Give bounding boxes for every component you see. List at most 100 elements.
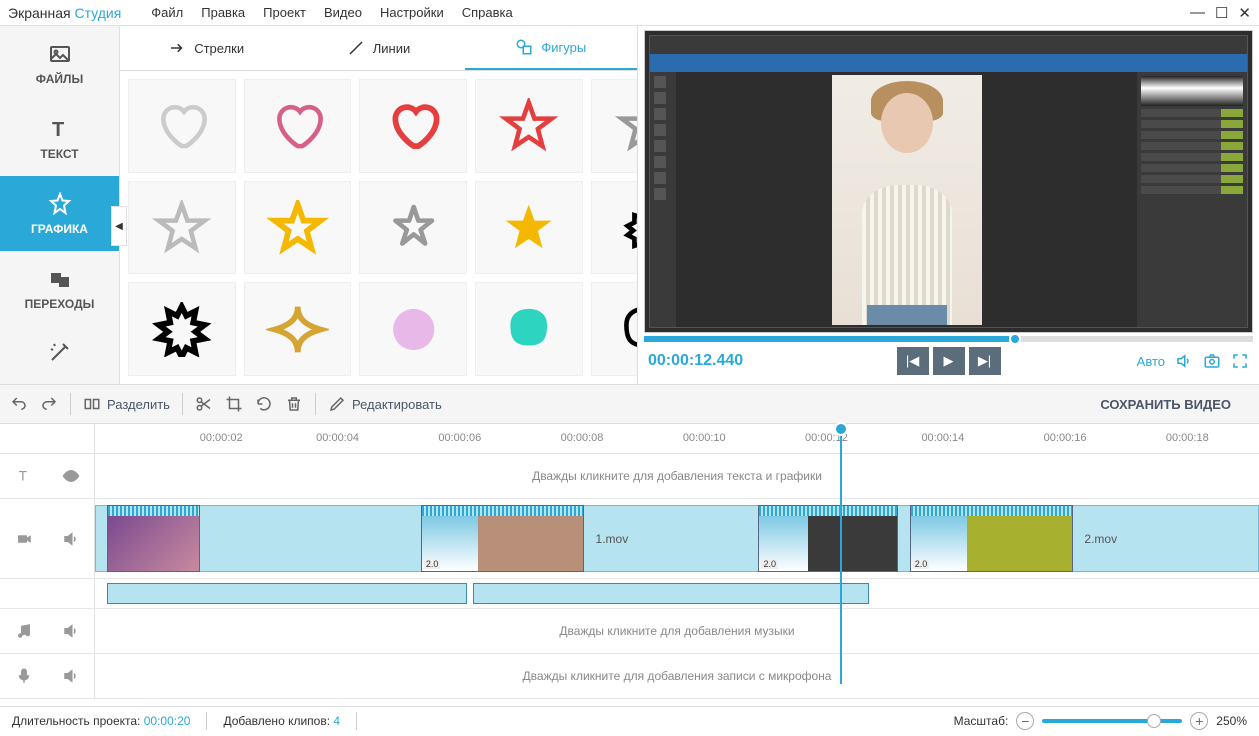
volume-icon[interactable] (1175, 352, 1193, 370)
sidebar-tab-graphics[interactable]: ГРАФИКА (0, 176, 119, 251)
text-track-icon: T (15, 467, 33, 485)
shape-blob-teal[interactable] (475, 282, 583, 376)
sidebar: ФАЙЛЫ T ТЕКСТ ГРАФИКА ПЕРЕХОДЫ ◀ (0, 26, 120, 384)
strip-1[interactable] (107, 583, 468, 604)
track-mic: Дважды кликните для добавления записи с … (0, 654, 1259, 699)
shapes-panel: Стрелки Линии Фигуры (120, 26, 638, 384)
prev-button[interactable]: |◀ (897, 347, 929, 375)
sidebar-tab-text[interactable]: T ТЕКСТ (0, 101, 119, 176)
trash-icon (285, 395, 303, 413)
shape-burst8[interactable] (128, 282, 236, 376)
sidebar-tab-transitions[interactable]: ПЕРЕХОДЫ (0, 251, 119, 326)
zoom-label: Масштаб: (954, 714, 1009, 728)
text-track-hint[interactable]: Дважды кликните для добавления текста и … (95, 469, 1259, 483)
track-video: 2.0 1.mov 2.0 2.0 2.mov (0, 499, 1259, 579)
minimize-button[interactable]: — (1190, 4, 1205, 22)
title-bar: Экранная Студия Файл Правка Проект Видео… (0, 0, 1259, 26)
track-text: T Дважды кликните для добавления текста … (0, 454, 1259, 499)
maximize-button[interactable]: ☐ (1215, 4, 1228, 22)
preview-viewport (644, 30, 1253, 333)
clip-2mov[interactable]: 2.0 (910, 505, 1073, 572)
clips-count: Добавлено клипов: 4 (223, 714, 340, 728)
shape-star-rounded[interactable] (359, 181, 467, 275)
volume-audio-icon[interactable] (62, 622, 80, 640)
rotate-button[interactable] (255, 395, 273, 413)
audio-track-hint[interactable]: Дважды кликните для добавления музыки (95, 624, 1259, 638)
shape-burst[interactable] (591, 181, 637, 275)
split-button[interactable]: Разделить (83, 395, 170, 413)
shape-star-red[interactable] (475, 79, 583, 173)
image-icon (48, 42, 72, 66)
menu-settings[interactable]: Настройки (380, 5, 444, 20)
zoom-slider[interactable] (1042, 719, 1182, 723)
shapes-grid (120, 71, 637, 384)
menu-help[interactable]: Справка (462, 5, 513, 20)
shape-heart-gray[interactable] (128, 79, 236, 173)
mic-icon (15, 667, 33, 685)
track-video2 (0, 579, 1259, 609)
undo-button[interactable] (10, 395, 28, 413)
menu-edit[interactable]: Правка (201, 5, 245, 20)
shape-sparkle[interactable] (244, 282, 352, 376)
zoom-in-button[interactable]: + (1190, 712, 1208, 730)
sidebar-tab-effects[interactable] (0, 326, 119, 378)
sidebar-tab-files[interactable]: ФАЙЛЫ (0, 26, 119, 101)
mic-track-hint[interactable]: Дважды кликните для добавления записи с … (95, 669, 1259, 683)
volume-track-icon[interactable] (62, 530, 80, 548)
auto-label[interactable]: Авто (1137, 354, 1165, 369)
shape-circle-pink[interactable] (359, 282, 467, 376)
shape-star-gray[interactable] (591, 79, 637, 173)
scissors-icon (195, 395, 213, 413)
edit-button[interactable]: Редактировать (328, 395, 442, 413)
text-icon: T (48, 117, 72, 141)
clip-screenshot[interactable]: 2.0 (758, 505, 898, 572)
wand-icon (48, 340, 72, 364)
menu-project[interactable]: Проект (263, 5, 306, 20)
shape-star-outline-gray[interactable] (128, 181, 236, 275)
volume-mic-icon[interactable] (62, 667, 80, 685)
tab-figures[interactable]: Фигуры (465, 26, 637, 70)
tab-arrows[interactable]: Стрелки (120, 26, 292, 70)
cut-button[interactable] (195, 395, 213, 413)
shape-heart-pink[interactable] (244, 79, 352, 173)
shape-star-yellow-outline[interactable] (244, 181, 352, 275)
track-audio: Дважды кликните для добавления музыки (0, 609, 1259, 654)
play-button[interactable]: ▶ (933, 347, 965, 375)
crop-button[interactable] (225, 395, 243, 413)
clip-intro[interactable] (107, 505, 200, 572)
timeline-toolbar: Разделить Редактировать СОХРАНИТЬ ВИДЕО (0, 384, 1259, 424)
save-video-button[interactable]: СОХРАНИТЬ ВИДЕО (1082, 388, 1249, 421)
menu-video[interactable]: Видео (324, 5, 362, 20)
menu-bar: Файл Правка Проект Видео Настройки Справ… (151, 5, 512, 20)
delete-button[interactable] (285, 395, 303, 413)
snapshot-icon[interactable] (1203, 352, 1221, 370)
shape-star-fill-yellow[interactable] (475, 181, 583, 275)
sidebar-collapse-button[interactable]: ◀ (111, 206, 127, 246)
fullscreen-icon[interactable] (1231, 352, 1249, 370)
strip-2[interactable] (473, 583, 869, 604)
zoom-out-button[interactable]: − (1016, 712, 1034, 730)
zoom-value: 250% (1216, 714, 1247, 728)
close-button[interactable]: ✕ (1238, 4, 1251, 22)
preview-panel: 00:00:12.440 |◀ ▶ ▶| Авто (638, 26, 1259, 384)
shape-heart-red[interactable] (359, 79, 467, 173)
app-title: Экранная Студия (8, 5, 121, 21)
visibility-icon[interactable] (62, 467, 80, 485)
svg-text:T: T (18, 469, 26, 484)
menu-file[interactable]: Файл (151, 5, 183, 20)
timeline: 00:00:02 00:00:04 00:00:06 00:00:08 00:0… (0, 424, 1259, 706)
arrow-icon (168, 39, 186, 57)
split-icon (83, 395, 101, 413)
shape-blob-outline[interactable] (591, 282, 637, 376)
next-button[interactable]: ▶| (969, 347, 1001, 375)
redo-button[interactable] (40, 395, 58, 413)
playhead[interactable] (840, 424, 842, 684)
tab-lines[interactable]: Линии (292, 26, 464, 70)
transitions-icon (48, 267, 72, 291)
video-track-icon (15, 530, 33, 548)
status-bar: Длительность проекта: 00:00:20 Добавлено… (0, 706, 1259, 734)
shapes-icon (515, 38, 533, 56)
clip-1mov[interactable]: 2.0 (421, 505, 584, 572)
ruler[interactable]: 00:00:02 00:00:04 00:00:06 00:00:08 00:0… (95, 424, 1259, 453)
window-controls: — ☐ ✕ (1190, 4, 1251, 22)
